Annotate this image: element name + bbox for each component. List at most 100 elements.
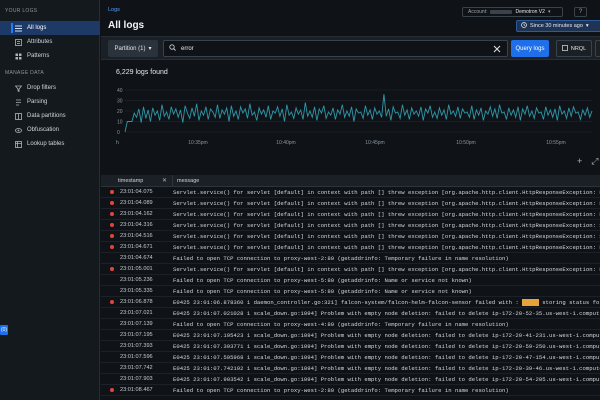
row-timestamp: 23:01:04.516 xyxy=(120,233,153,239)
add-icon[interactable]: + xyxy=(577,156,582,167)
row-message: E0425 23:01:07.742192 1 scale_down.go:10… xyxy=(173,364,600,372)
close-icon[interactable]: ✕ xyxy=(162,177,167,184)
column-header-timestamp[interactable]: timestamp ✕ xyxy=(101,174,173,187)
table-row[interactable]: 23:01:04.162 Servlet.service() for servle… xyxy=(101,209,600,220)
partition-button[interactable]: Partition (1) ▾ xyxy=(108,40,158,57)
patterns-icon xyxy=(15,53,22,60)
row-message-text: storing status for xyxy=(538,298,600,306)
table-row[interactable]: 23:01:06.878 E0425 23:01:06.878360 1 daem… xyxy=(101,297,600,308)
help-button[interactable]: ? xyxy=(574,7,587,17)
x-tick-label: 10:35pm xyxy=(188,140,207,146)
table-row[interactable]: 23:01:04.516 Servlet.service() for servle… xyxy=(101,231,600,242)
row-message: Servlet.service() for servlet [default] … xyxy=(173,188,600,196)
table-row[interactable]: 23:01:04.089 Servlet.service() for servle… xyxy=(101,198,600,209)
search-input[interactable] xyxy=(181,45,481,52)
sidebar-item-patterns[interactable]: Patterns xyxy=(0,49,100,63)
error-level-indicator xyxy=(110,289,114,293)
table-row[interactable]: 23:01:04.075 Servlet.service() for servle… xyxy=(101,187,600,198)
row-timestamp: 23:01:07.021 xyxy=(120,310,153,316)
sidebar-item-lookup-tables[interactable]: Lookup tables xyxy=(0,137,100,151)
row-timestamp: 23:01:04.671 xyxy=(120,244,153,250)
row-timestamp: 23:01:07.596 xyxy=(120,354,153,360)
log-volume-chart: 40 30 20 10 0 h 10:35pm 10:40pm 10:45pm 10:50pm 10… xyxy=(116,88,593,146)
row-timestamp: 23:01:08.467 xyxy=(120,387,153,393)
column-header-message[interactable]: message xyxy=(173,178,199,184)
y-tick-label: 20 xyxy=(117,109,123,115)
sidebar-badge[interactable]: (0) xyxy=(0,325,8,335)
table-row[interactable]: 23:01:05.335 Failed to open TCP connectio… xyxy=(101,286,600,297)
row-timestamp: 23:01:04.075 xyxy=(120,189,153,195)
row-message: Failed to open TCP connection to proxy-w… xyxy=(173,276,472,284)
row-message: E0425 23:01:07.903542 1 scale_down.go:10… xyxy=(173,375,600,383)
account-selector[interactable]: Account: Demotron V2 ▾ xyxy=(462,7,563,17)
x-tick-label: 10:55pm xyxy=(546,140,565,146)
error-level-indicator xyxy=(110,201,114,205)
error-level-indicator xyxy=(110,223,114,227)
row-message: Servlet.service() for servlet [default] … xyxy=(173,243,600,251)
obfuscation-icon xyxy=(15,127,22,134)
error-level-indicator xyxy=(110,388,114,392)
row-timestamp: 23:01:07.903 xyxy=(120,376,153,382)
table-row[interactable]: 23:01:07.139 Failed to open TCP connectio… xyxy=(101,319,600,330)
sidebar-item-parsing[interactable]: Parsing xyxy=(0,95,100,109)
search-box[interactable] xyxy=(163,40,508,57)
sidebar-item-all-logs[interactable]: All logs xyxy=(0,21,100,35)
table-row[interactable]: 23:01:07.195 E0425 23:01:07.195423 1 scal… xyxy=(101,330,600,341)
sidebar-item-label: All logs xyxy=(27,25,47,31)
row-timestamp: 23:01:04.089 xyxy=(120,200,153,206)
y-tick-label: 0 xyxy=(117,130,120,136)
row-timestamp: 23:01:07.139 xyxy=(120,321,153,327)
table-row[interactable]: 23:01:05.236 Failed to open TCP connectio… xyxy=(101,275,600,286)
row-message: Failed to open TCP connection to proxy-w… xyxy=(173,287,472,295)
sidebar-item-data-partitions[interactable]: Data partitions xyxy=(0,109,100,123)
table-row[interactable]: 23:01:04.671 Servlet.service() for servle… xyxy=(101,242,600,253)
table-row[interactable]: 23:01:07.596 E0425 23:01:07.595968 1 scal… xyxy=(101,352,600,363)
sidebar-item-attributes[interactable]: Attributes xyxy=(0,35,100,49)
table-row[interactable]: 23:01:05.001 Servlet.service() for servle… xyxy=(101,264,600,275)
row-timestamp: 23:01:05.236 xyxy=(120,277,153,283)
expand-icon[interactable]: ⤢ xyxy=(591,156,598,167)
error-level-indicator xyxy=(110,267,114,271)
table-row[interactable]: 23:01:08.467 Failed to open TCP connectio… xyxy=(101,385,600,396)
nrql-label: NRQL xyxy=(570,45,587,52)
sidebar-item-obfuscation[interactable]: Obfuscation xyxy=(0,123,100,137)
table-row[interactable]: 23:01:04.316 Servlet.service() for servle… xyxy=(101,220,600,231)
logs-table: timestamp ✕ message 23:01:04.075 Servlet.… xyxy=(101,174,600,400)
breadcrumb[interactable]: Logs xyxy=(108,7,120,13)
overflow-button[interactable] xyxy=(595,40,600,57)
error-level-indicator xyxy=(110,344,114,348)
clock-icon xyxy=(521,22,527,30)
logs-found-count: 6,229 logs found xyxy=(116,69,168,76)
table-row[interactable]: 23:01:04.674 Failed to open TCP connectio… xyxy=(101,253,600,264)
chevron-down-icon: ▾ xyxy=(148,46,152,52)
sidebar-item-label: Parsing xyxy=(27,99,48,105)
error-level-indicator xyxy=(110,333,114,337)
row-timestamp: 23:01:06.878 xyxy=(120,299,153,305)
error-level-indicator xyxy=(110,234,114,238)
table-row[interactable]: 23:01:07.903 E0425 23:01:07.903542 1 scal… xyxy=(101,374,600,385)
row-message: E0425 23:01:06.878360 1 daemon_controlle… xyxy=(173,298,600,306)
search-icon xyxy=(169,44,176,53)
row-message: E0425 23:01:07.195423 1 scale_down.go:10… xyxy=(173,331,600,339)
table-icon xyxy=(15,140,22,148)
sidebar-item-drop-filters[interactable]: Drop filters xyxy=(0,81,100,95)
error-level-indicator xyxy=(110,278,114,282)
row-message: Servlet.service() for servlet [default] … xyxy=(173,221,600,229)
query-logs-button[interactable]: Query logs xyxy=(511,40,549,57)
row-timestamp: 23:01:05.335 xyxy=(120,288,153,294)
sidebar-item-label: Patterns xyxy=(27,53,50,59)
table-row[interactable]: 23:01:07.393 E0425 23:01:07.393771 1 scal… xyxy=(101,341,600,352)
error-level-indicator xyxy=(110,322,114,326)
list-icon xyxy=(15,25,22,32)
main-panel: Logs All logs Account: Demotron V2 ▾ ? S… xyxy=(101,0,600,400)
row-timestamp: 23:01:07.742 xyxy=(120,365,153,371)
close-icon[interactable] xyxy=(492,44,502,54)
table-row[interactable]: 23:01:07.742 E0425 23:01:07.742192 1 scal… xyxy=(101,363,600,374)
time-picker[interactable]: Since 30 minutes ago ▾ xyxy=(516,20,600,32)
section-manage-data: MANAGE DATA xyxy=(5,70,44,76)
nrql-button[interactable]: NRQL xyxy=(556,40,592,57)
row-message: Failed to open TCP connection to proxy-w… xyxy=(173,254,509,262)
error-level-indicator xyxy=(110,355,114,359)
account-value: Demotron V2 xyxy=(515,9,545,15)
table-row[interactable]: 23:01:07.021 E0425 23:01:07.021028 1 scal… xyxy=(101,308,600,319)
